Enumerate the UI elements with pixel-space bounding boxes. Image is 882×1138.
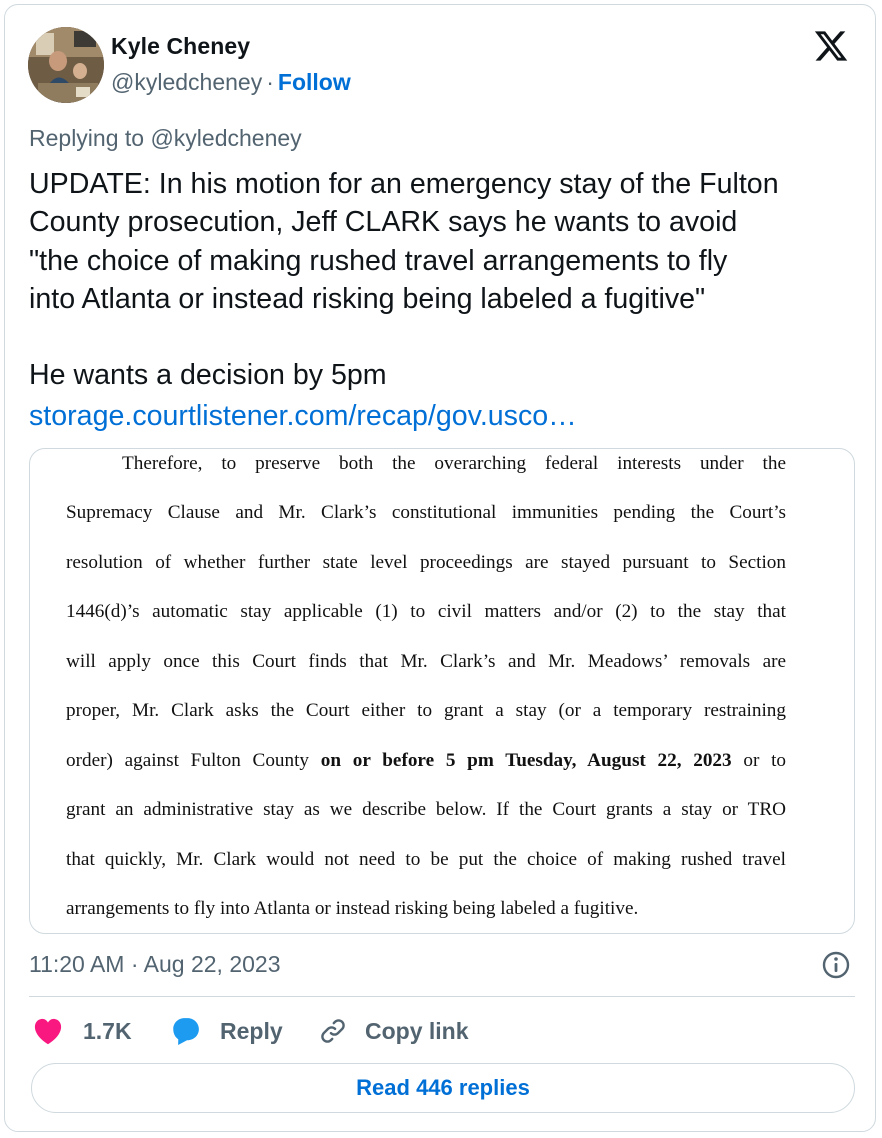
separator-dot: · — [266, 69, 274, 95]
reply-label: Reply — [220, 1017, 283, 1044]
author-name[interactable]: Kyle Cheney — [111, 33, 250, 60]
tweet-card: Kyle Cheney @kyledcheney · Follow Replying… — [4, 4, 876, 1132]
document-line: that quickly, Mr. Clark would not need t… — [66, 849, 786, 870]
copy-link-label: Copy link — [365, 1017, 469, 1044]
document-line: resolution of whether further state leve… — [66, 552, 786, 573]
reply-button[interactable]: Reply — [171, 1011, 283, 1051]
tweet-text: UPDATE: In his motion for an emergency s… — [29, 165, 859, 395]
document-line: 1446(d)’s automatic stay applicable (1) … — [66, 601, 786, 622]
tweet-timestamp[interactable]: 11:20 AM · Aug 22, 2023 — [29, 951, 280, 978]
tweet-line: County prosecution, Jeff CLARK says he w… — [29, 206, 738, 239]
document-image[interactable]: Therefore, to preserve both the overarch… — [29, 448, 855, 934]
like-count: 1.7K — [83, 1017, 132, 1044]
author-meta: @kyledcheney · Follow — [111, 69, 351, 96]
tweet-blank-line — [29, 318, 859, 356]
read-replies-button[interactable]: Read 446 replies — [31, 1063, 855, 1113]
tweet-line: UPDATE: In his motion for an emergency s… — [29, 168, 779, 200]
tweet-line: into Atlanta or instead risking being la… — [29, 282, 706, 315]
author-handle[interactable]: @kyledcheney — [111, 69, 262, 95]
document-line: Supremacy Clause and Mr. Clark’s constit… — [66, 502, 786, 523]
document-line: grant an administrative stay as we descr… — [66, 799, 786, 820]
copy-link-button[interactable]: Copy link — [318, 1011, 469, 1051]
like-button[interactable]: 1.7K — [33, 1011, 132, 1051]
tweet-link[interactable]: storage.courtlistener.com/recap/gov.usco… — [29, 397, 577, 435]
document-line: will apply once this Court finds that Mr… — [66, 651, 786, 672]
heart-icon — [34, 1018, 62, 1045]
info-icon[interactable] — [821, 950, 851, 980]
speech-bubble-icon — [173, 1018, 199, 1045]
document-line: Therefore, to preserve both the overarch… — [122, 453, 786, 474]
document-text: or to — [731, 750, 786, 771]
divider — [29, 996, 855, 997]
document-line: order) against Fulton County on or befor… — [66, 750, 786, 772]
tweet-second-paragraph: He wants a decision by 5pm — [29, 359, 387, 392]
tweet-line: "the choice of making rushed travel arra… — [29, 244, 728, 277]
document-deadline: on or before 5 pm Tuesday, August 22, 20… — [320, 750, 732, 771]
x-logo-icon[interactable] — [812, 28, 850, 64]
reply-context: Replying to @kyledcheney — [29, 125, 302, 151]
document-line: proper, Mr. Clark asks the Court either … — [66, 700, 786, 721]
document-text: order) against Fulton County — [66, 750, 321, 771]
document-line: arrangements to fly into Atlanta or inst… — [66, 898, 639, 919]
avatar[interactable] — [28, 27, 104, 103]
action-bar: 1.7K Reply Copy link — [29, 1011, 855, 1051]
link-icon — [321, 1019, 345, 1043]
follow-button[interactable]: Follow — [278, 69, 351, 95]
